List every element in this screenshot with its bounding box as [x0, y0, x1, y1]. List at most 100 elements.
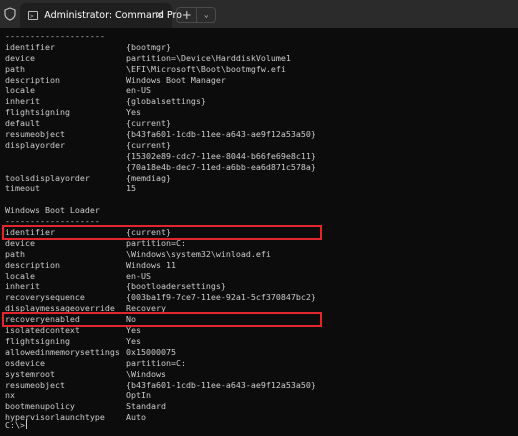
chevron-down-icon[interactable]: ⌄	[196, 8, 215, 22]
entry-value: en-US	[126, 85, 151, 96]
console-line: description Windows Boot Manager	[5, 75, 515, 86]
prompt-text: C:\>	[5, 420, 25, 430]
entry-key: device	[5, 237, 35, 248]
entry-value: {current}	[126, 118, 171, 129]
tab-command-prompt[interactable]: >_ Administrator: Command Pro ×	[20, 3, 182, 28]
text-cursor	[25, 419, 27, 429]
entry-key: displayorder	[5, 139, 65, 150]
entry-value: partition=C:	[126, 357, 186, 368]
entry-key: inherit	[5, 96, 40, 107]
entry-value: Yes	[126, 335, 141, 346]
entry-key: flightsigning	[5, 335, 70, 346]
entry-key: description	[5, 259, 60, 270]
close-icon[interactable]: ×	[155, 8, 164, 22]
console-text: Windows Boot Loader	[5, 205, 100, 216]
entry-value: {bootloadersettings}	[126, 281, 226, 292]
entry-key: identifier	[5, 227, 55, 238]
entry-value: \EFI\Microsoft\Boot\bootmgfw.efi	[126, 63, 286, 74]
console-line: inherit {bootloadersettings}	[5, 281, 515, 292]
entry-key: inherit	[5, 281, 40, 292]
console-text: -------------------	[5, 216, 100, 227]
console-line: allowedinmemorysettings 0x15000075	[5, 347, 515, 358]
entry-value: \Windows	[126, 368, 166, 379]
entry-key: description	[5, 74, 60, 85]
console-line: inherit {globalsettings}	[5, 96, 515, 107]
entry-value: OptIn	[126, 390, 151, 401]
entry-value: No	[126, 314, 136, 325]
plus-icon[interactable]: +	[177, 8, 196, 22]
entry-value: {15302e89-cdc7-11ee-8044-b66fe69e8c11}	[126, 150, 316, 161]
shield-icon	[4, 7, 16, 21]
entry-key: nx	[5, 390, 15, 401]
entry-key: default	[5, 118, 40, 129]
entry-value: Windows 11	[126, 259, 176, 270]
console-line: bootmenupolicy Standard	[5, 401, 515, 412]
entry-value: partition=\Device\HarddiskVolume1	[126, 52, 291, 63]
console-line: description Windows 11	[5, 260, 515, 271]
entry-value: {bootmgr}	[126, 41, 171, 52]
entry-value: Standard	[126, 401, 166, 412]
console-line: flightsigning Yes	[5, 107, 515, 118]
entry-value: Recovery	[126, 303, 166, 314]
console-text: --------------------	[5, 31, 105, 41]
entry-key: timeout	[5, 183, 40, 194]
entry-key: bootmenupolicy	[5, 401, 75, 412]
entry-value: \Windows\system32\winload.efi	[126, 248, 271, 259]
console-line: displayorder {current}	[5, 140, 515, 151]
console-line: systemroot \Windows	[5, 369, 515, 380]
console-line: path \EFI\Microsoft\Boot\bootmgfw.efi	[5, 64, 515, 75]
entry-value: {globalsettings}	[126, 96, 206, 107]
entry-key: resumeobject	[5, 379, 65, 390]
console-line: --------------------	[5, 31, 515, 42]
console-line: locale en-US	[5, 85, 515, 96]
console-line: recoveryenabled No	[2, 312, 515, 328]
title-bar: >_ Administrator: Command Pro × + ⌄	[0, 0, 518, 28]
entry-key: device	[5, 52, 35, 63]
console-line: flightsigning Yes	[5, 336, 515, 347]
console-line: Windows Boot Loader	[5, 205, 515, 216]
console-line: isolatedcontext Yes	[5, 325, 515, 336]
console-line: path \Windows\system32\winload.efi	[5, 249, 515, 260]
console-output[interactable]: -------------------- identifier {bootmgr} d…	[2, 31, 515, 431]
entry-key: locale	[5, 270, 35, 281]
console-line: osdevice partition=C:	[5, 358, 515, 369]
terminal-icon: >_	[28, 11, 39, 20]
console-line: {15302e89-cdc7-11ee-8044-b66fe69e8c11}	[5, 151, 515, 162]
entry-value: Yes	[126, 107, 141, 118]
entry-value: {current}	[126, 227, 171, 238]
entry-value: {b43fa601-1cdb-11ee-a643-ae9f12a53a50}	[126, 129, 316, 140]
entry-value: 0x15000075	[126, 346, 176, 357]
console-line: resumeobject {b43fa601-1cdb-11ee-a643-ae9…	[5, 129, 515, 140]
console-line: resumeobject {b43fa601-1cdb-11ee-a643-ae9…	[5, 380, 515, 391]
console-line: device partition=\Device\HarddiskVolume1	[5, 53, 515, 64]
console-line: identifier {bootmgr}	[5, 42, 515, 53]
entry-key: displaymessageoverride	[5, 303, 115, 314]
entry-key: isolatedcontext	[5, 325, 80, 336]
entry-value: partition=C:	[126, 237, 186, 248]
entry-value: Yes	[126, 325, 141, 336]
console-line: hypervisorlaunchtype Auto	[5, 412, 515, 423]
console-line: default {current}	[5, 118, 515, 129]
console-line: device partition=C:	[5, 238, 515, 249]
entry-key: locale	[5, 85, 35, 96]
console-line: identifier {current}	[2, 225, 515, 241]
entry-key: path	[5, 63, 25, 74]
entry-value: en-US	[126, 270, 151, 281]
entry-key: recoveryenabled	[5, 314, 80, 325]
entry-value: {current}	[126, 139, 171, 150]
console-line: displaymessageoverride Recovery	[5, 303, 515, 314]
entry-key: recoverysequence	[5, 292, 85, 303]
entry-key: flightsigning	[5, 107, 70, 118]
console-line: nx OptIn	[5, 390, 515, 401]
console-line: recoverysequence {003ba1f9-7ce7-11ee-92a1…	[5, 292, 515, 303]
entry-key: resumeobject	[5, 129, 65, 140]
console-line: timeout 15	[5, 183, 515, 194]
console-line: toolsdisplayorder {memdiag}	[5, 173, 515, 184]
command-prompt-line[interactable]: C:\>	[5, 419, 27, 431]
entry-value: {70a18e4b-dec7-11ed-a6bb-ea6d871c578a}	[126, 161, 316, 172]
entry-key: allowedinmemorysettings	[5, 346, 120, 357]
console-line: locale en-US	[5, 271, 515, 282]
entry-key: toolsdisplayorder	[5, 172, 90, 183]
entry-key: path	[5, 248, 25, 259]
